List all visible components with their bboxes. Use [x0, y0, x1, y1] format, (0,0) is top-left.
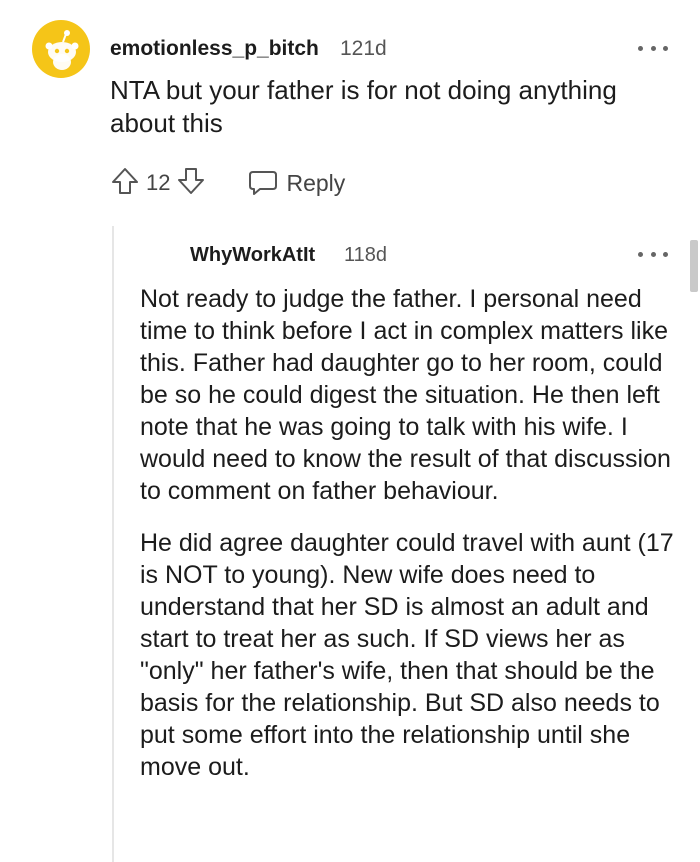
avatar[interactable] [32, 20, 90, 78]
upvote-arrow-icon[interactable] [110, 166, 140, 201]
reply-paragraph: Not ready to judge the father. I persona… [140, 285, 671, 505]
more-options-icon[interactable] [638, 43, 668, 53]
thread-line[interactable] [112, 226, 114, 862]
reply-button[interactable]: Reply [248, 169, 345, 197]
comment-username[interactable]: emotionless_p_bitch [110, 37, 319, 61]
speech-bubble-icon [249, 171, 278, 195]
reply-body: Not ready to judge the father. I persona… [140, 283, 680, 803]
more-options-icon[interactable] [638, 249, 668, 259]
downvote-arrow-icon[interactable] [176, 166, 206, 201]
snoo-avatar-icon [45, 30, 79, 70]
scrollbar[interactable] [690, 240, 698, 292]
comment-body: NTA but your father is for not doing any… [110, 75, 617, 138]
reply-label: Reply [286, 169, 346, 196]
reply-paragraph: He did agree daughter could travel with … [140, 529, 674, 781]
reply-age: 118d [344, 244, 388, 266]
comment-actions: 12 Reply [110, 164, 345, 202]
vote-count: 12 [146, 170, 171, 195]
comment-age: 121d [340, 37, 387, 60]
reply-username[interactable]: WhyWorkAtIt [190, 244, 315, 267]
